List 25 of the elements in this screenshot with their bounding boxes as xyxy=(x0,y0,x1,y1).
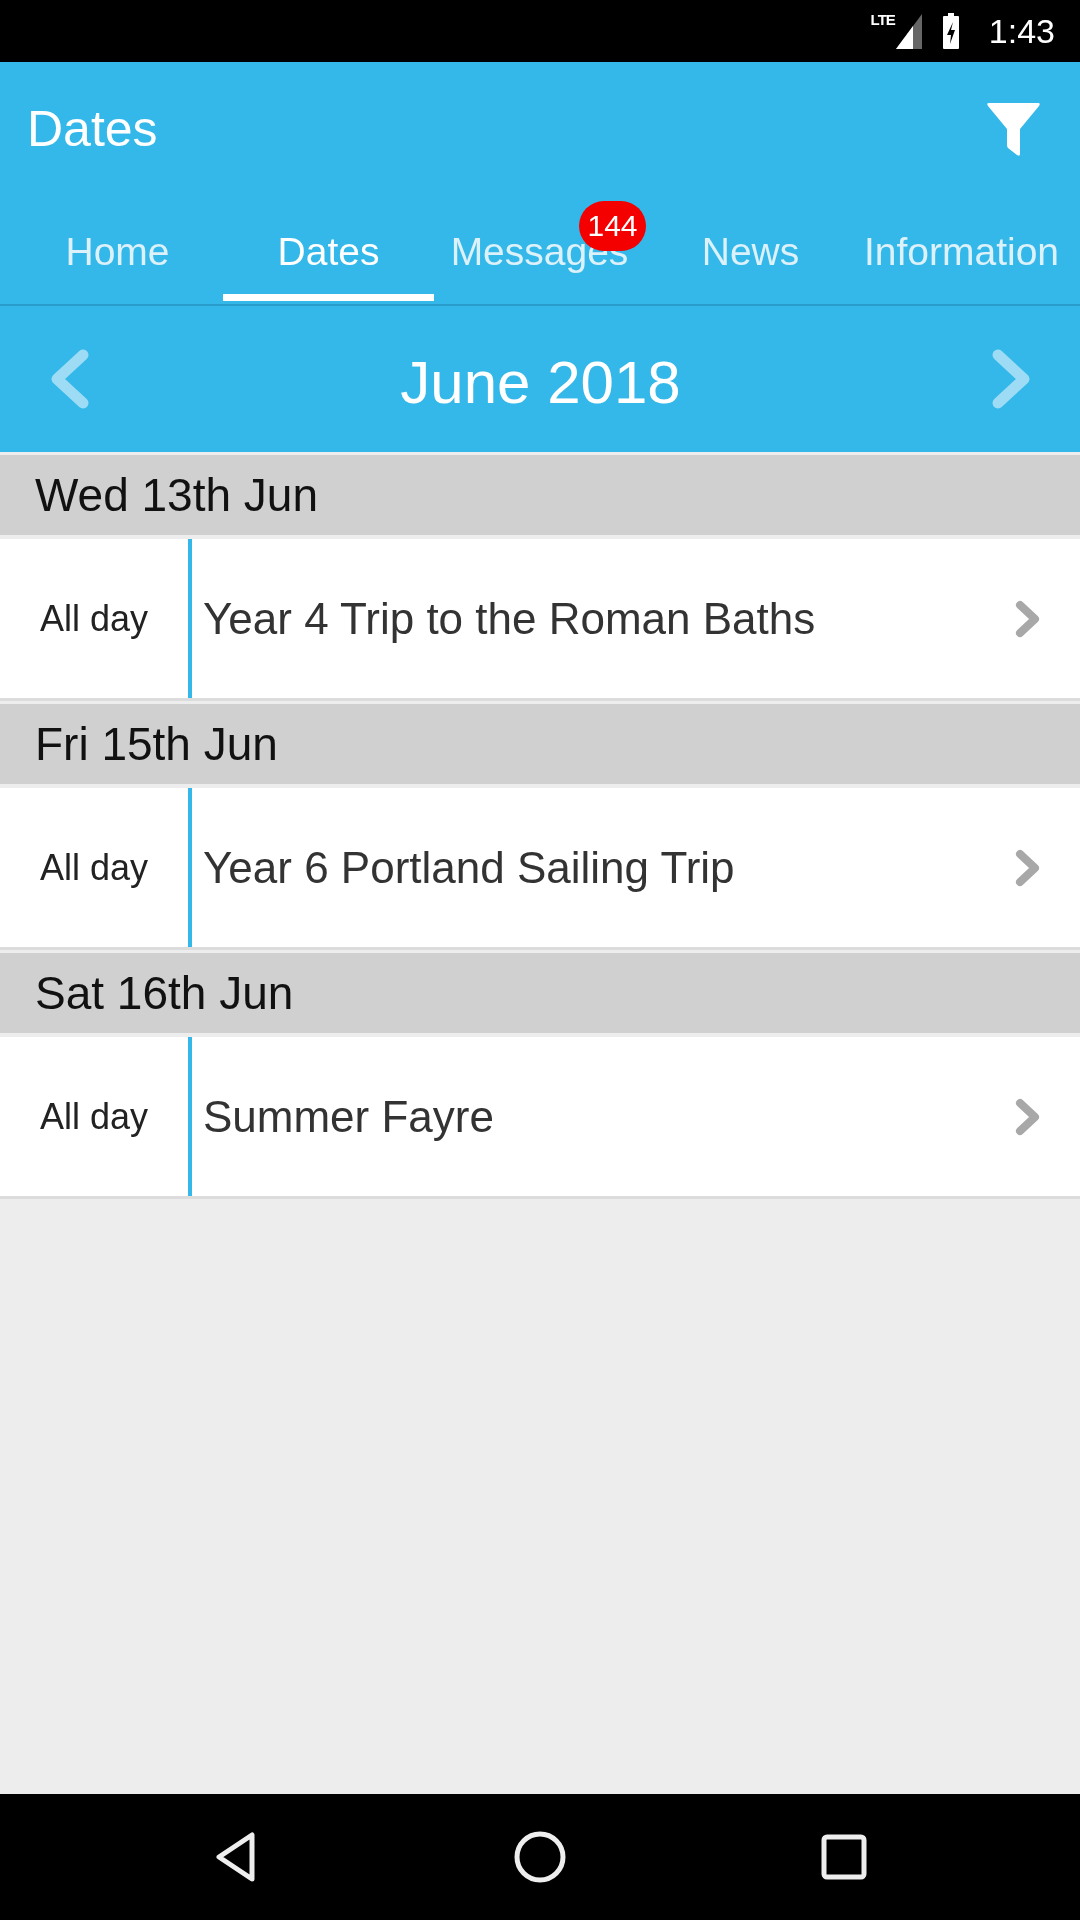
event-list-item[interactable]: All day Year 6 Portland Sailing Trip xyxy=(0,788,1080,950)
event-list-item[interactable]: All day Year 4 Trip to the Roman Baths xyxy=(0,539,1080,701)
event-time: All day xyxy=(39,1095,149,1138)
clock-time: 1:43 xyxy=(988,11,1055,51)
event-list-item[interactable]: All day Summer Fayre xyxy=(0,1037,1080,1199)
back-icon[interactable] xyxy=(214,1831,258,1883)
event-time: All day xyxy=(39,597,149,640)
tab[interactable]: Dates xyxy=(223,196,434,304)
network-type-label: LTE xyxy=(870,13,895,27)
chevron-right-icon xyxy=(1014,848,1041,887)
day-date-label: Fri 15th Jun xyxy=(35,717,278,771)
chevron-right-icon xyxy=(1014,1097,1041,1136)
battery-charging-icon xyxy=(942,13,959,49)
signal-strength-icon xyxy=(895,13,922,49)
chevron-right-icon xyxy=(1014,599,1041,638)
home-icon[interactable] xyxy=(514,1831,566,1883)
event-title: Year 6 Portland Sailing Trip xyxy=(203,841,735,894)
recent-apps-icon[interactable] xyxy=(821,1834,867,1880)
screen-title: Dates xyxy=(27,100,158,158)
event-title: Year 4 Trip to the Roman Baths xyxy=(203,592,816,645)
event-time: All day xyxy=(39,846,149,889)
event-title: Summer Fayre xyxy=(203,1090,494,1143)
day-date-label: Wed 13th Jun xyxy=(35,468,318,522)
day-date-label: Sat 16th Jun xyxy=(35,966,294,1020)
month-title: June 2018 xyxy=(400,348,681,418)
